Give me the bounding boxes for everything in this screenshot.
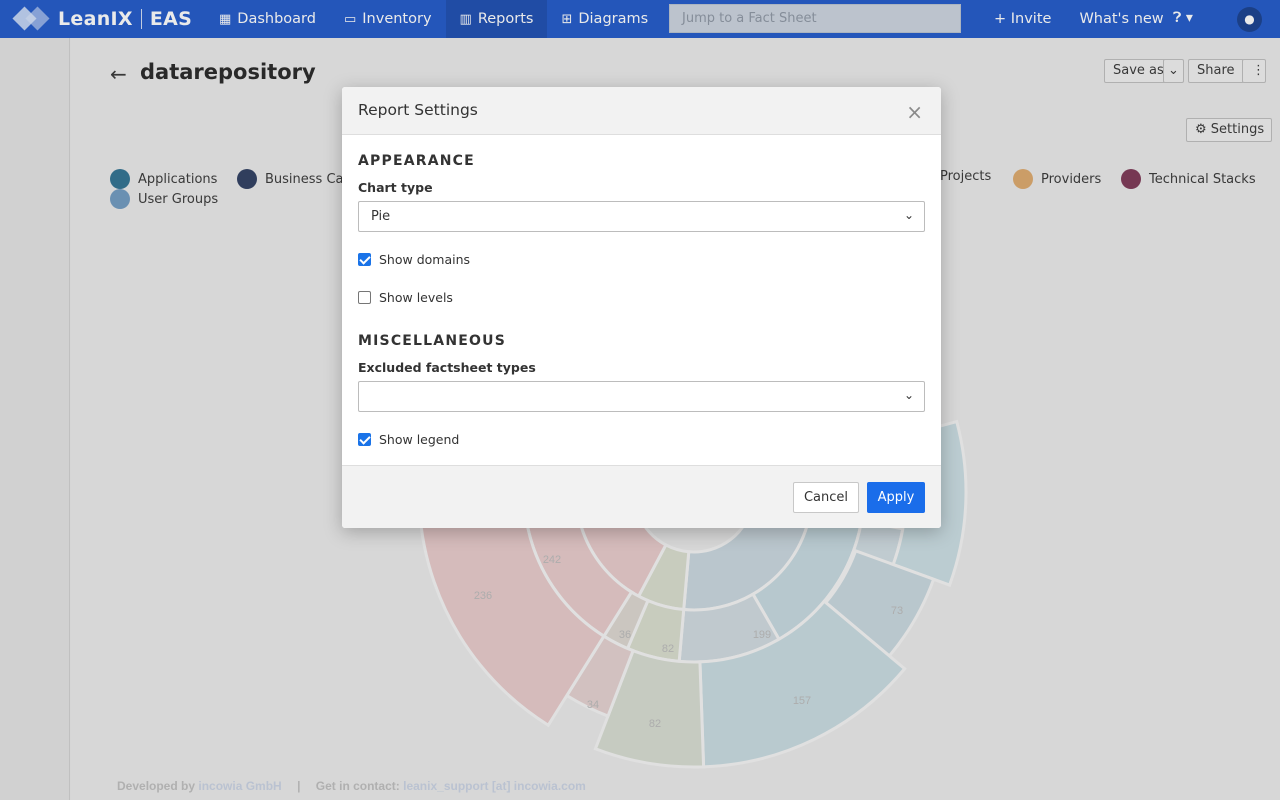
close-icon[interactable]: × bbox=[906, 100, 923, 124]
dialog-footer: Cancel Apply bbox=[342, 465, 941, 528]
chart-type-select[interactable]: Pie ⌄ bbox=[358, 201, 925, 232]
show-levels-label: Show levels bbox=[379, 290, 453, 305]
chevron-down-icon: ⌄ bbox=[903, 208, 914, 222]
show-legend-checkbox[interactable]: Show legend bbox=[358, 432, 459, 447]
show-legend-label: Show legend bbox=[379, 432, 460, 447]
excluded-types-select[interactable]: ⌄ bbox=[358, 381, 925, 412]
chevron-down-icon: ⌄ bbox=[903, 388, 914, 402]
show-levels-checkbox[interactable]: Show levels bbox=[358, 290, 453, 305]
apply-button[interactable]: Apply bbox=[867, 482, 925, 513]
excluded-types-label: Excluded factsheet types bbox=[358, 360, 536, 375]
dialog-header: Report Settings × bbox=[342, 87, 941, 135]
dialog-title: Report Settings bbox=[358, 101, 478, 119]
show-domains-label: Show domains bbox=[379, 252, 471, 267]
checkbox-checked[interactable] bbox=[358, 253, 371, 266]
miscellaneous-heading: MISCELLANEOUS bbox=[358, 333, 506, 349]
chart-type-label: Chart type bbox=[358, 180, 433, 195]
cancel-button[interactable]: Cancel bbox=[793, 482, 859, 513]
checkbox-unchecked[interactable] bbox=[358, 291, 371, 304]
checkbox-checked[interactable] bbox=[358, 433, 371, 446]
chart-type-value: Pie bbox=[371, 209, 391, 224]
report-settings-dialog: Report Settings × APPEARANCE Chart type … bbox=[342, 87, 941, 528]
show-domains-checkbox[interactable]: Show domains bbox=[358, 252, 470, 267]
appearance-heading: APPEARANCE bbox=[358, 153, 475, 169]
